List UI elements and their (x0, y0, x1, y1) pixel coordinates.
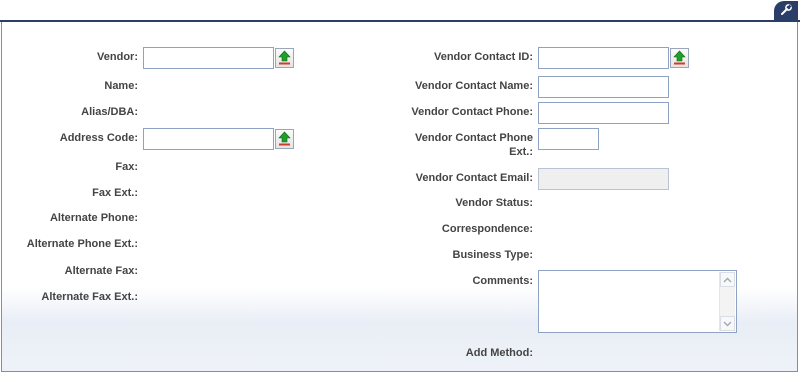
scroll-down-button[interactable] (720, 316, 735, 331)
lookup-arrow-icon (673, 50, 686, 65)
vendor-label: Vendor: (97, 51, 138, 63)
comments-scrollbar[interactable] (719, 272, 735, 331)
alternate-phone-ext-label: Alternate Phone Ext.: (26, 238, 138, 250)
correspondence-label: Correspondence: (441, 223, 533, 235)
vendor-contact-email-input (538, 168, 669, 190)
alternate-fax-ext-label: Alternate Fax Ext.: (41, 291, 138, 303)
vendor-contact-id-input[interactable] (538, 47, 669, 69)
alternate-phone-label: Alternate Phone: (49, 212, 138, 224)
chevron-up-icon (723, 277, 732, 282)
vendor-contact-email-label: Vendor Contact Email: (415, 172, 533, 184)
vendor-lookup-button[interactable] (275, 48, 294, 68)
vendor-contact-id-label: Vendor Contact ID: (433, 51, 533, 63)
alternate-fax-label: Alternate Fax: (64, 265, 138, 277)
tools-button[interactable] (774, 1, 798, 21)
scroll-up-button[interactable] (720, 272, 735, 287)
wrench-icon (779, 3, 793, 20)
vendor-contact-name-input[interactable] (538, 76, 669, 98)
chevron-down-icon (723, 321, 732, 326)
vendor-contact-phone-label: Vendor Contact Phone: (411, 106, 533, 118)
vendor-contact-phone-ext-label-suffix: Ext.: (509, 146, 533, 158)
fax-ext-label: Fax Ext.: (92, 187, 138, 199)
name-label: Name: (104, 80, 138, 92)
vendor-contact-phone-ext-label: Vendor Contact Phone (415, 132, 533, 144)
vendor-contact-phone-ext-input[interactable] (538, 128, 599, 150)
comments-textarea[interactable] (538, 270, 737, 333)
lookup-arrow-icon (278, 50, 291, 65)
vendor-contact-lookup-button[interactable] (670, 48, 689, 68)
alias-label: Alias/DBA: (81, 106, 138, 118)
fax-label: Fax: (115, 161, 138, 173)
address-code-label: Address Code: (59, 132, 138, 144)
vendor-contact-name-label: Vendor Contact Name: (415, 80, 533, 92)
lookup-arrow-icon (278, 131, 291, 146)
business-type-label: Business Type: (452, 249, 534, 261)
address-code-lookup-button[interactable] (275, 129, 294, 149)
address-code-input[interactable] (143, 128, 274, 150)
panel-header (0, 0, 800, 20)
vendor-contact-phone-input[interactable] (538, 102, 669, 124)
comments-label: Comments: (472, 275, 533, 287)
add-method-label: Add Method: (465, 347, 533, 359)
vendor-status-label: Vendor Status: (455, 197, 533, 209)
vendor-input[interactable] (143, 47, 274, 69)
